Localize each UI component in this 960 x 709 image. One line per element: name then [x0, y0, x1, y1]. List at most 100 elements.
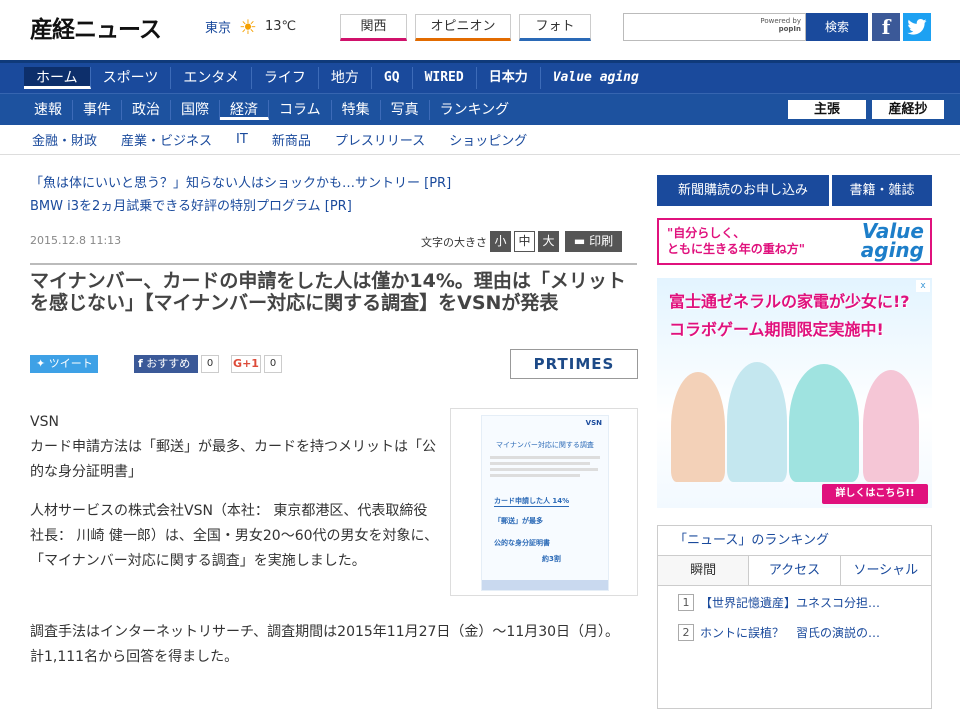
thumbnail-title: マイナンバー対応に関する調査 — [496, 441, 594, 449]
ranking-item[interactable]: 2 ホントに誤植？ 習氏の演説の… — [658, 618, 931, 646]
weather-city[interactable]: 東京 — [205, 17, 231, 36]
nav-entame[interactable]: エンタメ — [171, 67, 252, 89]
tweet-label: ツイート — [48, 357, 93, 370]
cat-kinyu[interactable]: 金融・財政 — [20, 130, 109, 149]
nav-shashin[interactable]: 写真 — [381, 99, 430, 120]
article-thumbnail[interactable]: VSN マイナンバー対応に関する調査 カード申請した人 14% 「郵送」が最多 … — [450, 408, 638, 596]
banner-headline-1: 富士通ゼネラルの家電が少女に!? — [669, 292, 910, 311]
gplus-count: 0 — [264, 355, 282, 373]
font-small-button[interactable]: 小 — [490, 231, 511, 252]
thumbnail-footer — [482, 580, 608, 590]
text-ad-link[interactable]: 「魚は体にいいと思う？」知らない人はショックかも…サントリー [PR] — [30, 172, 451, 195]
thumbnail-line — [490, 456, 600, 459]
rank-link[interactable]: 【世界記憶遺産】ユネスコ分担… — [700, 594, 880, 611]
ranking-title: 「ニュース」のランキング — [658, 526, 931, 556]
cat-sangyo[interactable]: 産業・ビジネス — [109, 130, 224, 149]
ranking-box: 「ニュース」のランキング 瞬間 アクセス ソーシャル 1 【世界記憶遺産】ユネス… — [657, 525, 932, 709]
nav-sankeisho[interactable]: 産経抄 — [872, 100, 944, 119]
nav-shucho[interactable]: 主張 — [788, 100, 866, 119]
share-bar: ✦ ツイート f おすすめ 0 G+1 0 — [30, 355, 282, 373]
site-header: 産経ニュース 東京 ☀ 13℃ 関西 オピニオン フォト Powered by p… — [0, 0, 960, 60]
facebook-count: 0 — [201, 355, 219, 373]
search-powered-by: Powered by popIn — [760, 17, 801, 33]
character-illustration — [863, 370, 919, 482]
game-banner-ad[interactable]: 富士通ゼネラルの家電が少女に!? コラボゲーム期間限定実施中! x 詳しくはこち… — [657, 278, 932, 508]
nav-wired[interactable]: WIRED — [413, 67, 477, 89]
article-body-continued: 調査手法はインターネットリサーチ、調査期間は2015年11月27日（金）～11月… — [30, 620, 640, 670]
nav-life[interactable]: ライフ — [252, 67, 319, 89]
cat-it[interactable]: IT — [224, 132, 260, 147]
nav-chiho[interactable]: 地方 — [319, 67, 372, 89]
body-source: VSN — [30, 414, 59, 430]
search-input[interactable]: Powered by popIn — [623, 13, 806, 41]
books-button[interactable]: 書籍・雑誌 — [832, 175, 932, 206]
sun-icon: ☀ — [239, 14, 257, 39]
nav-sports[interactable]: スポーツ — [91, 67, 172, 89]
nav-jiken[interactable]: 事件 — [73, 99, 122, 120]
rank-link[interactable]: ホントに誤植？ 習氏の演説の… — [700, 624, 880, 641]
nav-gq[interactable]: GQ — [372, 67, 413, 89]
cat-press[interactable]: プレスリリース — [323, 130, 437, 149]
tab-kansai[interactable]: 関西 — [340, 14, 407, 41]
value-aging-ad[interactable]: "自分らしく、 ともに生きる年の重ね方" Value aging — [657, 218, 932, 265]
body-paragraph: 調査手法はインターネットリサーチ、調査期間は2015年11月27日（金）～11月… — [30, 624, 620, 640]
ad-close-icon[interactable]: x — [916, 280, 930, 292]
nav-sokuho[interactable]: 速報 — [24, 99, 73, 120]
facebook-icon: f — [138, 357, 143, 370]
facebook-icon[interactable]: f — [872, 13, 900, 41]
nav-value-aging[interactable]: Value aging — [541, 67, 651, 89]
tab-opinion[interactable]: オピニオン — [415, 14, 511, 41]
nav-column[interactable]: コラム — [269, 99, 332, 120]
font-medium-button[interactable]: 中 — [514, 231, 535, 252]
nav-ranking[interactable]: ランキング — [430, 100, 520, 120]
banner-headline-2: コラボゲーム期間限定実施中! — [669, 320, 884, 339]
thumbnail-line — [490, 474, 580, 477]
thumbnail-stat-4: 約3割 — [542, 555, 561, 563]
text-ad-link[interactable]: BMW i3を2ヵ月試乗できる好評の特別プログラム [PR] — [30, 195, 451, 218]
nav-seiji[interactable]: 政治 — [122, 99, 171, 120]
font-large-button[interactable]: 大 — [538, 231, 559, 252]
thumbnail-brand: VSN — [585, 419, 602, 427]
article-date: 2015.12.8 11:13 — [30, 234, 122, 247]
character-illustration — [671, 372, 725, 482]
cat-shopping[interactable]: ショッピング — [437, 130, 539, 149]
body-paragraph: 計1,111名から回答を得ました。 — [30, 649, 239, 665]
thumbnail-stat-1: カード申請した人 14% — [494, 497, 570, 507]
ranking-item[interactable]: 1 【世界記憶遺産】ユネスコ分担… — [658, 588, 931, 616]
site-logo[interactable]: 産経ニュース — [30, 10, 162, 44]
tab-access[interactable]: アクセス — [748, 556, 840, 585]
rank-number: 2 — [678, 623, 694, 641]
tab-shunkan[interactable]: 瞬間 — [658, 556, 749, 585]
nav-keizai[interactable]: 経済 — [220, 99, 269, 120]
thumbnail-stat-2: 「郵送」が最多 — [494, 517, 543, 525]
print-button[interactable]: ▬ 印刷 — [565, 231, 622, 252]
character-illustration — [727, 362, 787, 482]
facebook-share-button[interactable]: f おすすめ — [134, 355, 198, 373]
nav-home[interactable]: ホーム — [24, 67, 91, 89]
font-size-control: 文字の大きさ 小 中 大 ▬ 印刷 — [421, 231, 622, 252]
font-size-label: 文字の大きさ — [421, 235, 487, 249]
value-aging-tagline: "自分らしく、 ともに生きる年の重ね方" — [667, 226, 806, 256]
article-title: マイナンバー、カードの申請をした人は僅か14%。理由は「メリットを感じない」【マ… — [30, 263, 637, 314]
twitter-icon[interactable] — [903, 13, 931, 41]
nav-nihonryoku[interactable]: 日本力 — [477, 67, 541, 89]
search-button[interactable]: 検索 — [806, 13, 868, 41]
thumbnail-line — [490, 468, 598, 471]
tweet-button[interactable]: ✦ ツイート — [30, 355, 98, 373]
prtimes-logo[interactable]: PRTIMES — [510, 349, 638, 379]
tab-photo[interactable]: フォト — [519, 14, 591, 41]
category-nav: 金融・財政 産業・ビジネス IT 新商品 プレスリリース ショッピング — [0, 125, 960, 155]
tab-social[interactable]: ソーシャル — [839, 556, 931, 585]
nav-tokushu[interactable]: 特集 — [332, 99, 381, 120]
banner-cta-button[interactable]: 詳しくはこちら!! — [822, 484, 928, 504]
nav-kokusai[interactable]: 国際 — [171, 99, 220, 120]
character-illustration — [789, 364, 859, 482]
subscribe-button[interactable]: 新聞購読のお申し込み — [657, 175, 829, 206]
print-label: 印刷 — [589, 234, 614, 248]
value-aging-logo: Value aging — [860, 219, 924, 262]
gplus-button[interactable]: G+1 — [231, 355, 261, 373]
weather-temp: 13℃ — [264, 19, 297, 34]
text-ads: 「魚は体にいいと思う？」知らない人はショックかも…サントリー [PR] BMW … — [30, 172, 451, 218]
body-subhead: カード申請方法は「郵送」が最多、カードを持つメリットは「公的な身分証明書」 — [30, 439, 436, 480]
cat-shinshohin[interactable]: 新商品 — [260, 130, 323, 149]
